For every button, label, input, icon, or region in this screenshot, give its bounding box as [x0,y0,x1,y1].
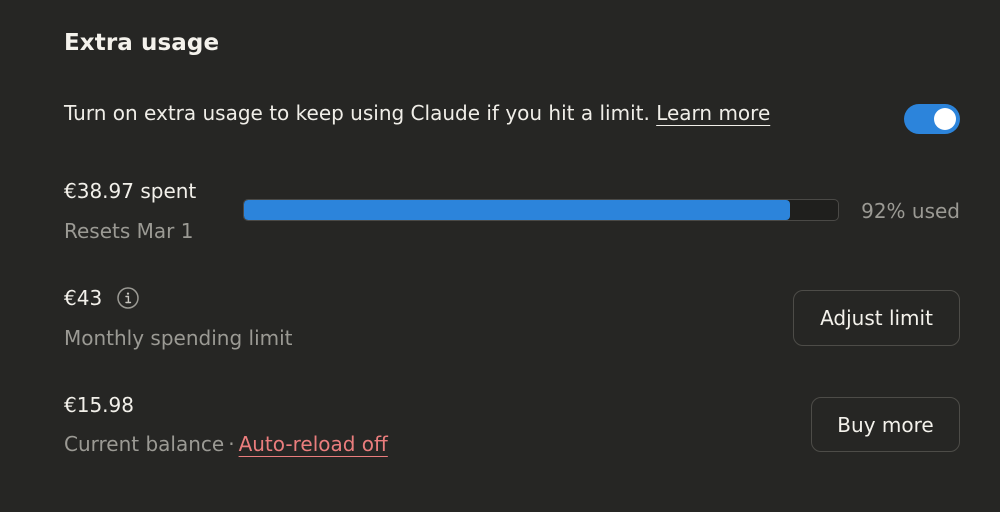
current-balance-label: Current balance [64,432,225,456]
separator-dot: · [228,432,235,456]
percent-used-label: 92% used [861,199,960,223]
buy-more-button[interactable]: Buy more [811,397,960,452]
auto-reload-link[interactable]: Auto-reload off [239,432,388,456]
info-icon[interactable] [117,287,139,309]
description-text: Turn on extra usage to keep using Claude… [64,101,650,125]
extra-usage-toggle[interactable] [904,104,960,134]
extra-usage-description: Turn on extra usage to keep using Claude… [64,101,770,125]
resets-date: Resets Mar 1 [64,219,194,243]
current-balance-amount: €15.98 [64,393,134,417]
learn-more-link[interactable]: Learn more [656,101,770,125]
spending-limit-label: Monthly spending limit [64,326,293,350]
toggle-knob [934,108,956,130]
current-balance-line: Current balance · Auto-reload off [64,432,388,456]
usage-progress-bar [243,199,839,221]
usage-progress-fill [244,200,791,220]
adjust-limit-button[interactable]: Adjust limit [793,290,960,346]
spending-limit-amount: €43 [64,286,103,310]
spent-amount: €38.97 spent [64,179,197,203]
section-title: Extra usage [64,30,220,56]
